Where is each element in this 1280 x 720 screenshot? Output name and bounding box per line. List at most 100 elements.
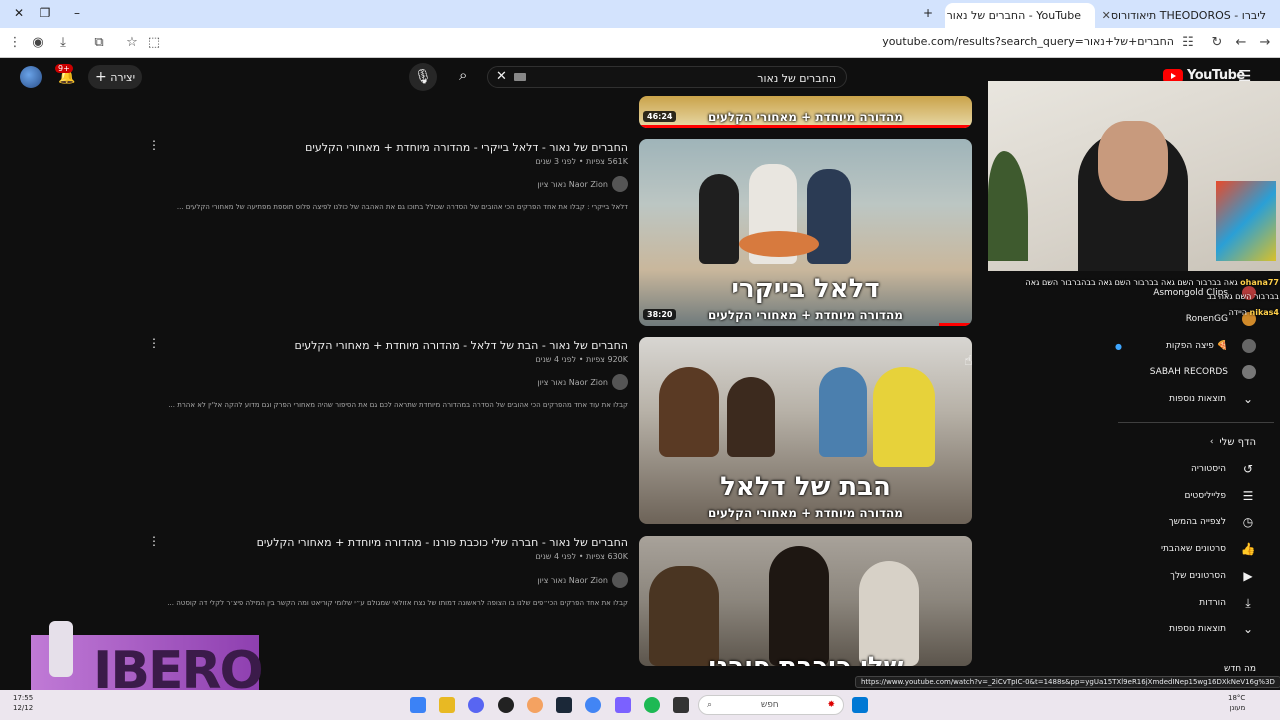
download-icon[interactable]: ⤓	[54, 34, 72, 52]
file-explorer-icon[interactable]	[439, 697, 455, 713]
sidebar-show-more-subs[interactable]: תוצאות נוספות ⌄	[1106, 388, 1256, 410]
thumbnail-figure	[819, 367, 867, 457]
windows-start-icon[interactable]	[852, 697, 868, 713]
result-meta: 920K צפיות • לפני 4 שנים	[535, 355, 628, 364]
new-tab-icon[interactable]: +	[917, 4, 939, 22]
calculator-icon[interactable]	[410, 697, 426, 713]
spotify-icon[interactable]	[644, 697, 660, 713]
bottle-icon	[49, 621, 73, 677]
more-options-icon[interactable]: ⋮	[148, 337, 160, 349]
chat-text: היידה	[1228, 308, 1247, 317]
sidebar-sub-sabah[interactable]: SABAH RECORDS	[1106, 361, 1256, 383]
more-options-icon[interactable]: ⋮	[148, 139, 160, 151]
live-dot-icon: ●	[1114, 341, 1122, 351]
plus-icon: +	[94, 69, 107, 85]
terminal-icon[interactable]	[673, 697, 689, 713]
sidebar-item-playlists[interactable]: פלייליסטים ☰	[1106, 485, 1256, 507]
plant	[988, 151, 1028, 261]
sidebar-you-header[interactable]: ‹ הדף שלי	[1106, 431, 1256, 453]
keyboard-icon[interactable]	[514, 73, 526, 81]
screenshot-icon[interactable]: ⬚	[145, 34, 163, 52]
result-description: קבלו את אחד הפרקים הכי״פים שלנו בו הצופה…	[167, 599, 628, 607]
search-icon: ⌕	[707, 700, 713, 710]
streamer-face	[1098, 121, 1168, 201]
channel-name: נאור ציון Naor Zion	[537, 377, 608, 387]
url-field[interactable]: youtube.com/results?search_query=החברים+…	[882, 35, 1174, 48]
sidebar-item-downloads[interactable]: הורדות ⤓	[1106, 592, 1256, 614]
thumbnail-title: שלי כוכבת פורנו	[639, 652, 972, 666]
restore-window-icon[interactable]: ❐	[34, 4, 56, 22]
bookmark-star-icon[interactable]: ☆	[123, 34, 141, 52]
search-icon[interactable]: ⌕	[459, 66, 467, 84]
chat-message: ohana77 גאה בברבור השם גאה בברבור השם גא…	[1019, 276, 1279, 304]
profile-icon[interactable]: ◉	[29, 34, 47, 52]
more-options-icon[interactable]: ⋮	[148, 535, 160, 547]
microphone-icon[interactable]: 🎙	[409, 63, 437, 91]
media-player-icon[interactable]	[498, 697, 514, 713]
thumbs-up-icon: 👍	[1240, 542, 1256, 556]
chat-username: nikas4	[1249, 308, 1279, 317]
app-icon[interactable]	[527, 697, 543, 713]
result-description: קבלו את עוד אחד מהפרקים הכי אהובים של הס…	[168, 401, 628, 409]
result-thumbnail[interactable]: שלי כוכבת פורנו	[639, 536, 972, 666]
result-thumbnail[interactable]: דלאל בייקרי מהדורה מיוחדת + מאחורי הקלעי…	[639, 139, 972, 326]
sidebar-item-label: תוצאות נוספות	[1169, 394, 1226, 404]
channel-name: נאור ציון Naor Zion	[537, 179, 608, 189]
sidebar-item-liked[interactable]: סרטונים שאהבתי 👍	[1106, 538, 1256, 560]
sidebar-sub-pizza[interactable]: ● פיצה הפקות 🍕	[1106, 335, 1256, 357]
result-title[interactable]: החברים של נאור - הבת של דלאל - מהדורה מי…	[48, 339, 628, 352]
chevron-left-icon: ‹	[1209, 437, 1214, 447]
taskbar-weather[interactable]: 18°C מעונן	[1228, 693, 1245, 713]
search-box: ✕	[487, 66, 847, 88]
sidebar-item-watch-later[interactable]: לצפייה בהמשך ◷	[1106, 511, 1256, 533]
thumbnail-caption: מהדורה מיוחדת + מאחורי הקלעים	[708, 308, 903, 322]
sidebar-show-more-you[interactable]: תוצאות נוספות ⌄	[1106, 618, 1256, 640]
channel-avatar	[612, 374, 628, 390]
search-input[interactable]	[536, 70, 836, 86]
chrome-icon[interactable]	[585, 697, 601, 713]
avatar[interactable]	[20, 66, 42, 88]
reload-icon[interactable]: ↻	[1208, 34, 1226, 52]
forward-icon[interactable]: ←	[1232, 34, 1250, 52]
close-tab-icon[interactable]: ✕	[1102, 9, 1111, 22]
sidebar-whats-new[interactable]: מה חדש	[1106, 662, 1256, 676]
taskbar-clock[interactable]: 17:55 12/12	[13, 693, 33, 713]
menu-dots-icon[interactable]: ⋮	[6, 34, 24, 52]
extensions-icon[interactable]: ⧉	[90, 34, 108, 52]
result-thumbnail-top[interactable]: מהדורה מיוחדת + מאחורי הקלעים 46:24	[639, 96, 972, 128]
mouse-cursor-icon: ☝	[964, 353, 973, 369]
notification-badge: 9+	[55, 64, 73, 73]
close-window-icon[interactable]: ✕	[8, 4, 30, 22]
taskbar-search[interactable]: ✸ חפש ⌕	[698, 695, 844, 715]
minimize-window-icon[interactable]: –	[66, 4, 88, 22]
back-icon[interactable]: →	[1256, 34, 1274, 52]
webcam-overlay	[988, 81, 1280, 271]
result-title[interactable]: החברים של נאור - חברה שלי כוכבת פורנו - …	[48, 536, 628, 549]
clear-search-icon[interactable]: ✕	[496, 69, 507, 84]
result-description: דלאל בייקרי : קבלו את אחד הפרקים הכי אהו…	[176, 203, 628, 211]
app-icon[interactable]	[615, 697, 631, 713]
result-thumbnail[interactable]: הבת של דלאל מהדורה מיוחדת + מאחורי הקלעי…	[639, 337, 972, 524]
result-title[interactable]: החברים של נאור - דלאל בייקרי - מהדורה מי…	[48, 141, 628, 154]
steam-icon[interactable]	[556, 697, 572, 713]
sidebar-header-label: מה חדש	[1223, 664, 1256, 674]
result-meta: 630K צפיות • לפני 4 שנים	[535, 552, 628, 561]
tab-youtube[interactable]: YouTube - החברים של נאור (47) ✕	[945, 3, 1095, 28]
thumbnail-title: דלאל בייקרי	[731, 274, 880, 304]
duration-badge: 46:24	[643, 111, 677, 122]
sidebar-divider	[1118, 422, 1274, 423]
sidebar-item-label: פיצה הפקות 🍕	[1165, 341, 1228, 351]
tab-libero[interactable]: ליברו - THEODOROS תיאודורוס ✕	[1098, 3, 1280, 28]
create-button[interactable]: יצירה +	[88, 65, 142, 89]
result-channel[interactable]: נאור ציון Naor Zion	[537, 572, 628, 588]
thumbnail-figure	[659, 367, 719, 457]
video-icon: ▶	[1243, 569, 1253, 583]
sidebar-item-your-videos[interactable]: הסרטונים שלך ▶	[1106, 565, 1256, 587]
result-channel[interactable]: נאור ציון Naor Zion	[537, 374, 628, 390]
discord-icon[interactable]	[468, 697, 484, 713]
result-channel[interactable]: נאור ציון Naor Zion	[537, 176, 628, 192]
channel-avatar	[1242, 365, 1256, 379]
sidebar-item-history[interactable]: היסטוריה ↺	[1106, 458, 1256, 480]
thumbnail-figure	[873, 367, 935, 467]
site-settings-icon[interactable]: ☷	[1179, 34, 1197, 52]
